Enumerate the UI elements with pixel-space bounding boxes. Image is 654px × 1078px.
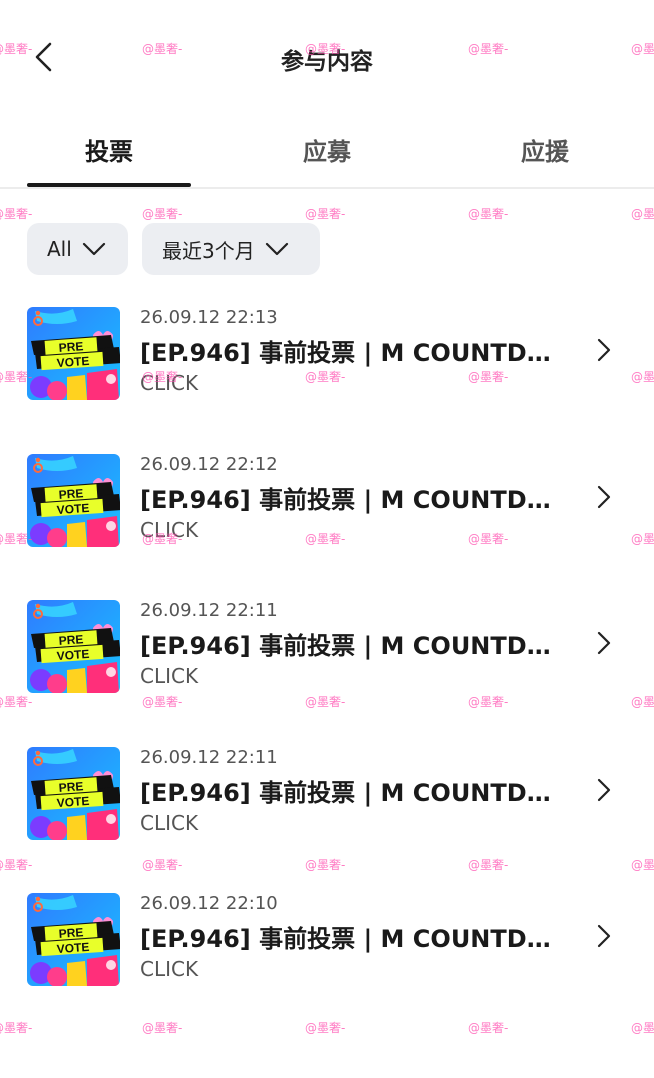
- page-title: 参与内容: [281, 49, 373, 75]
- item-subtitle: CLICK: [140, 957, 199, 981]
- thumbnail-line2: VOTE: [56, 793, 90, 809]
- list-item[interactable]: PRE VOTE 26.09.12 22:12 [EP.946] 事前投票 | …: [0, 446, 654, 593]
- thumbnail-line2: VOTE: [56, 500, 90, 516]
- item-title: [EP.946] 事前投票 | M COUNTDOWN: [140, 925, 570, 953]
- list-item[interactable]: PRE VOTE 26.09.12 22:13 [EP.946] 事前投票 | …: [0, 299, 654, 446]
- item-title: [EP.946] 事前投票 | M COUNTDOWN: [140, 339, 570, 367]
- pre-vote-thumbnail: PRE VOTE: [27, 746, 120, 840]
- participation-page: 参与内容 投票 应募 应援 All 最近3个月 PRE VOTE 26.09.1…: [0, 0, 654, 1078]
- chevron-right-icon: [594, 923, 614, 949]
- item-date: 26.09.12 22:13: [140, 307, 278, 328]
- tab-bar: 投票 应募 应援: [0, 112, 654, 189]
- thumbnail-line1: PRE: [58, 925, 84, 941]
- chevron-right-icon: [594, 337, 614, 363]
- thumbnail-line1: PRE: [58, 632, 84, 648]
- chevron-down-icon: [265, 242, 289, 256]
- pre-vote-thumbnail: PRE VOTE: [27, 600, 120, 693]
- list-item[interactable]: PRE VOTE 26.09.12 22:11 [EP.946] 事前投票 | …: [0, 739, 654, 886]
- item-title: [EP.946] 事前投票 | M COUNTDOWN: [140, 778, 570, 807]
- list-item[interactable]: PRE VOTE 26.09.12 22:10 [EP.946] 事前投票 | …: [0, 885, 654, 1032]
- list-item[interactable]: PRE VOTE 26.09.12 22:11 [EP.946] 事前投票 | …: [0, 592, 654, 739]
- participation-list: PRE VOTE 26.09.12 22:13 [EP.946] 事前投票 | …: [0, 299, 654, 1032]
- item-subtitle: CLICK: [140, 810, 199, 835]
- chevron-right-icon: [594, 630, 614, 656]
- item-date: 26.09.12 22:12: [140, 453, 278, 475]
- top-bar: 参与内容: [0, 0, 654, 112]
- item-date: 26.09.12 22:11: [140, 600, 278, 621]
- period-filter-value: 最近3个月: [162, 238, 255, 263]
- chevron-down-icon: [82, 242, 106, 256]
- tab-vote[interactable]: 投票: [27, 132, 191, 167]
- item-date: 26.09.12 22:10: [140, 893, 278, 914]
- tab-support[interactable]: 应援: [463, 132, 627, 167]
- thumbnail-line1: PRE: [58, 339, 84, 355]
- filter-bar: All 最近3个月: [0, 189, 654, 299]
- pre-vote-thumbnail: PRE VOTE: [27, 893, 120, 986]
- type-filter-dropdown[interactable]: All: [27, 223, 128, 275]
- chevron-right-icon: [594, 777, 614, 803]
- thumbnail-line2: VOTE: [56, 647, 90, 663]
- tab-apply[interactable]: 应募: [245, 132, 409, 167]
- item-title: [EP.946] 事前投票 | M COUNTDOWN: [140, 632, 570, 660]
- chevron-right-icon: [594, 484, 614, 510]
- type-filter-value: All: [47, 237, 72, 261]
- item-date: 26.09.12 22:11: [140, 746, 278, 768]
- item-subtitle: CLICK: [140, 371, 199, 395]
- thumbnail-line2: VOTE: [56, 940, 90, 956]
- item-subtitle: CLICK: [140, 517, 199, 542]
- thumbnail-line1: PRE: [58, 779, 84, 795]
- period-filter-dropdown[interactable]: 最近3个月: [142, 223, 320, 275]
- item-title: [EP.946] 事前投票 | M COUNTDOWN: [140, 485, 570, 514]
- thumbnail-line1: PRE: [58, 486, 84, 502]
- active-tab-indicator: [27, 183, 191, 187]
- pre-vote-thumbnail: PRE VOTE: [27, 307, 120, 400]
- pre-vote-thumbnail: PRE VOTE: [27, 453, 120, 547]
- item-subtitle: CLICK: [140, 664, 199, 688]
- thumbnail-line2: VOTE: [56, 354, 90, 370]
